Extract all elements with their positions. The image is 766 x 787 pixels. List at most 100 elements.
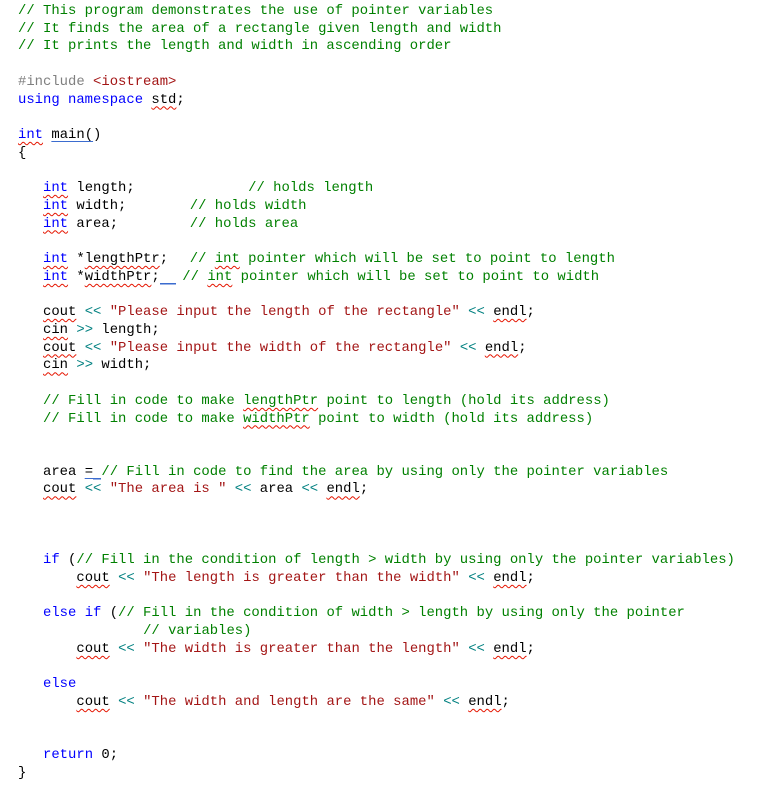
error-squiggle-token: widthPtr <box>243 410 310 427</box>
code-comment: // Fill in code to make <box>43 410 244 427</box>
code-text: } <box>18 764 27 781</box>
code-segment: // Fill in code to make lengthPtr point … <box>43 393 610 411</box>
code-text: area; <box>68 215 119 232</box>
code-segment: if (// Fill in the condition of length >… <box>43 552 735 570</box>
code-segment: using namespace std; <box>18 92 185 110</box>
code-whitespace <box>159 269 177 284</box>
code-segment: cout << "Please input the length of the … <box>43 304 535 322</box>
code-text: ( <box>59 552 77 569</box>
error-squiggle-token: cin <box>43 321 69 338</box>
code-operator: << <box>468 304 485 321</box>
code-comment: // Fill in code to make <box>43 392 244 409</box>
error-squiggle-token: int <box>214 251 240 268</box>
code-preprocessor: #include <box>18 73 94 90</box>
code-string: "The width and length are the same" <box>143 694 435 711</box>
code-string: "The area is " <box>109 481 227 498</box>
error-squiggle-token: endl <box>493 570 527 586</box>
code-text: length; <box>93 321 160 338</box>
code-comment: // This program demonstrates the use of … <box>18 3 494 19</box>
code-keyword: return <box>43 747 94 764</box>
error-squiggle-token: cout <box>43 481 77 498</box>
code-include-path: <iostream> <box>93 73 177 90</box>
error-squiggle-token: cout <box>43 339 77 356</box>
code-segment: int *widthPtr; <box>43 268 177 287</box>
code-keyword: else if <box>43 605 102 622</box>
error-squiggle-token: cout <box>76 570 110 586</box>
code-comment: // <box>182 268 208 285</box>
error-squiggle-token: int <box>43 180 69 197</box>
code-comment: // holds length <box>248 180 374 197</box>
code-text: ; <box>501 694 510 711</box>
code-segment: // int pointer which will be set to poin… <box>190 251 615 269</box>
code-segment: int main() <box>18 127 101 145</box>
code-string: "The width is greater than the length" <box>143 640 460 657</box>
code-segment: cout << "The width is greater than the l… <box>76 641 535 659</box>
code-text: area <box>43 463 85 480</box>
code-text: main( <box>51 127 94 144</box>
code-segment: else if (// Fill in the condition of wid… <box>43 605 685 623</box>
error-squiggle-token: int <box>43 268 69 285</box>
code-comment: // It prints the length and width in asc… <box>18 38 452 55</box>
code-segment: #include <iostream> <box>18 74 176 92</box>
code-operator: >> <box>76 357 94 374</box>
error-squiggle-token: cout <box>76 640 110 657</box>
code-comment: // holds width <box>189 197 307 214</box>
code-segment: // It finds the area of a rectangle give… <box>18 21 501 39</box>
code-comment: // Fill in the condition of width > leng… <box>118 605 685 622</box>
code-operator: << <box>301 481 319 498</box>
code-text: ; <box>159 251 169 268</box>
code-operator: << <box>84 339 102 356</box>
code-segment: int length; <box>43 180 135 198</box>
error-squiggle-token: int <box>207 268 233 285</box>
code-text: width; <box>68 197 127 214</box>
error-squiggle-token: lengthPtr <box>243 392 319 409</box>
error-squiggle-token: int <box>43 197 69 214</box>
code-keyword: else <box>43 676 77 693</box>
code-operator: << <box>459 339 477 356</box>
code-keyword: if <box>43 552 60 569</box>
code-segment: // holds length <box>248 180 373 198</box>
error-squiggle-token: endl <box>484 339 519 356</box>
error-squiggle-token: lengthPtr <box>84 251 160 268</box>
error-squiggle-token: cout <box>43 304 77 321</box>
code-segment: int *lengthPtr; <box>43 251 168 269</box>
code-segment: // It prints the length and width in asc… <box>18 38 451 56</box>
code-text: * <box>68 251 85 268</box>
code-text: ; <box>526 640 535 657</box>
code-text: * <box>68 268 85 285</box>
code-keyword: using namespace <box>18 91 152 108</box>
code-segment: } <box>18 765 26 783</box>
code-comment: // It finds the area of a rectangle give… <box>18 20 502 37</box>
code-text: ; <box>526 570 535 586</box>
code-segment: cout << "Please input the width of the r… <box>43 340 527 358</box>
code-segment: cin >> width; <box>43 357 151 375</box>
code-text: width; <box>93 357 152 374</box>
code-operator: << <box>468 570 485 586</box>
code-comment: // holds area <box>189 215 299 232</box>
error-squiggle-token: std <box>151 91 177 108</box>
code-comment: // Fill in the condition of length > wid… <box>76 552 735 569</box>
code-operator: << <box>118 570 135 586</box>
code-operator: << <box>468 640 485 657</box>
code-comment: // variables) <box>143 623 252 640</box>
code-text: { <box>18 144 27 161</box>
code-text: ; <box>151 268 160 285</box>
code-text: ; <box>359 481 369 498</box>
code-text: ; <box>176 91 185 108</box>
code-comment: point to length (hold its address) <box>318 392 610 409</box>
code-segment: area = // Fill in code to find the area b… <box>43 464 668 482</box>
error-squiggle-token: widthPtr <box>84 268 152 285</box>
code-text: length; <box>68 180 135 197</box>
